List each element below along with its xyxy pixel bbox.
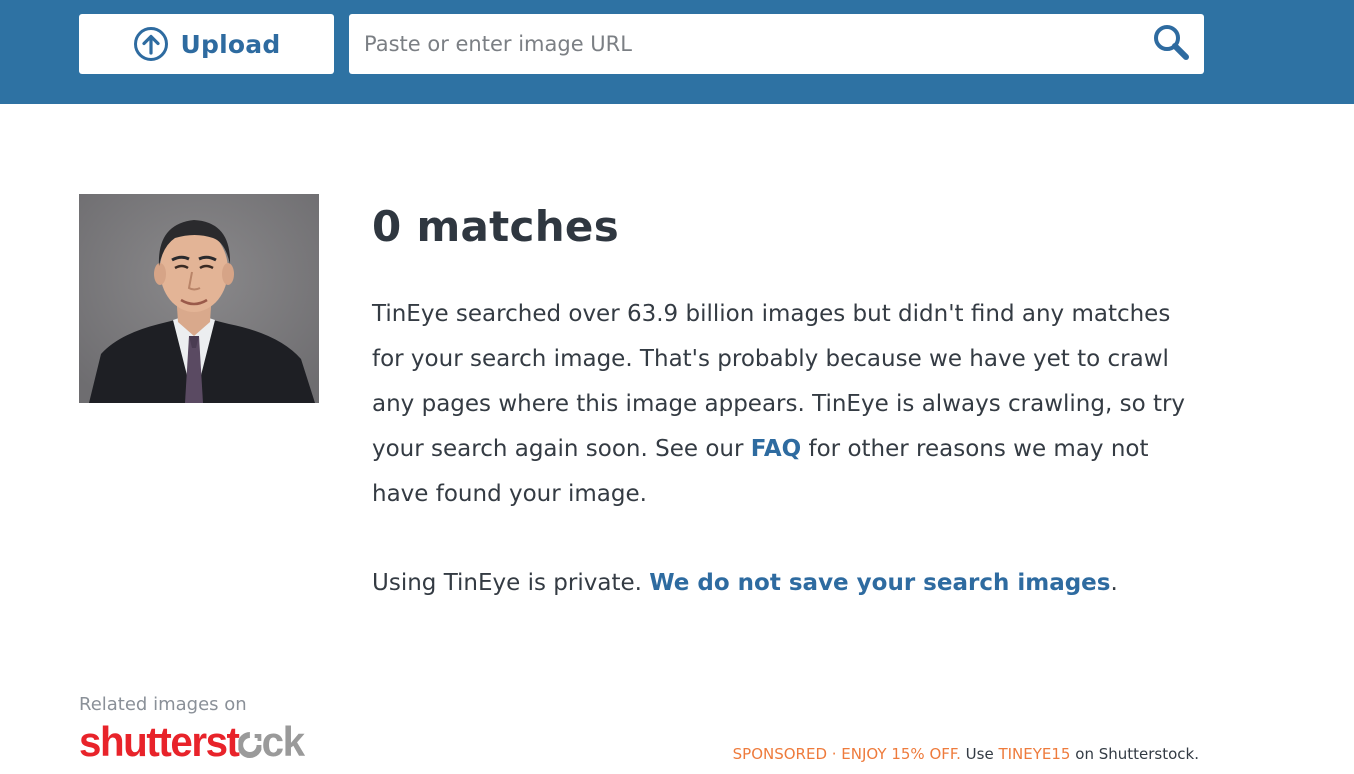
on-shutterstock-text: on Shutterstock. [1075,745,1199,763]
privacy-note: Using TinEye is private. We do not save … [372,561,1212,606]
sponsored-offer: SPONSORED · ENJOY 15% OFF. [732,745,961,763]
related-images-label: Related images on [79,694,247,715]
upload-arrow-icon [133,26,169,62]
search-button[interactable] [1150,24,1192,64]
search-icon [1152,23,1190,65]
url-search-box [349,14,1204,74]
privacy-text: Using TinEye is private. [372,570,650,596]
use-text: Use [965,745,994,763]
result-description: TinEye searched over 63.9 billion images… [372,292,1202,517]
sponsored-note: SPONSORED · ENJOY 15% OFF. Use TINEYE15 … [733,745,1199,763]
faq-link[interactable]: FAQ [751,436,801,462]
upload-label: Upload [180,29,281,59]
image-url-input[interactable] [349,14,1139,74]
brand-o-icon [237,718,263,765]
header-bar: Upload [0,0,1354,104]
brand-text-part1: shutterst [79,718,240,765]
search-image-thumbnail [79,194,319,403]
promo-code: TINEYE15 [998,745,1071,763]
upload-button[interactable]: Upload [79,14,334,74]
result-panel: 0 matches TinEye searched over 63.9 bill… [372,196,1212,606]
brand-text-part2: ck [261,718,305,765]
result-count-heading: 0 matches [372,202,620,251]
privacy-period: . [1110,570,1118,596]
privacy-link[interactable]: We do not save your search images [649,570,1110,596]
shutterstock-logo[interactable]: shutterst ck [79,718,305,765]
